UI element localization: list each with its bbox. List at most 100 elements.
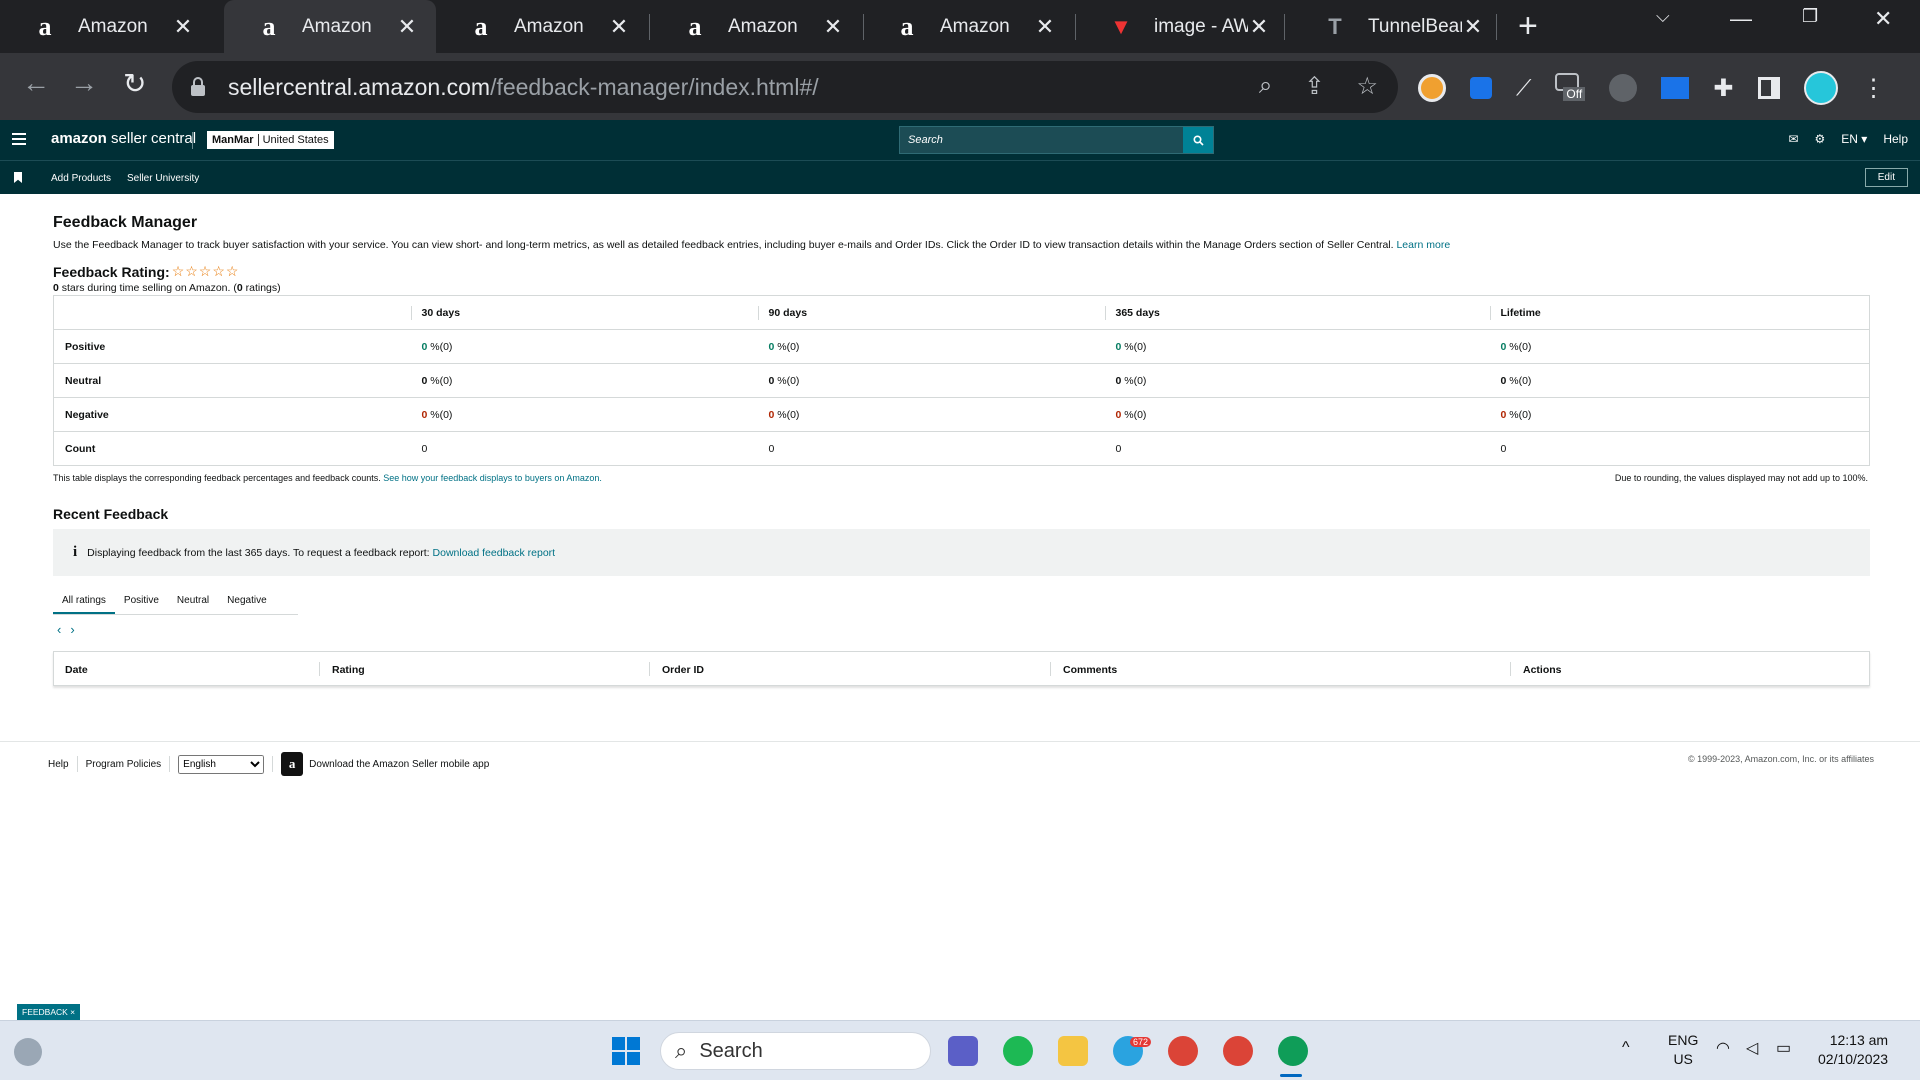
- page-title: Feedback Manager: [53, 214, 198, 231]
- bookmark-icon[interactable]: [14, 172, 22, 183]
- extensions-puzzle-icon[interactable]: ✚: [1713, 74, 1733, 103]
- nav-add-products[interactable]: Add Products: [51, 173, 111, 184]
- teams-icon[interactable]: [948, 1036, 978, 1066]
- help-link[interactable]: Help: [1883, 132, 1908, 146]
- info-icon: i: [73, 544, 78, 560]
- amazon-icon: a: [38, 11, 52, 41]
- feedback-display-link[interactable]: See how your feedback displays to buyers…: [383, 473, 602, 483]
- rounding-note: Due to rounding, the values displayed ma…: [1614, 473, 1868, 483]
- notification-badge: 672: [1130, 1037, 1152, 1047]
- recent-feedback-title: Recent Feedback: [53, 506, 169, 522]
- close-icon[interactable]: ✕: [822, 14, 844, 40]
- table-row: Positive 0 %(0) 0 %(0) 0 %(0) 0 %(0): [53, 329, 1870, 364]
- table-row: Negative 0 %(0) 0 %(0) 0 %(0) 0 %(0): [53, 397, 1870, 432]
- taskbar-search[interactable]: ⌕ Search: [660, 1032, 931, 1070]
- download-app-link[interactable]: Download the Amazon Seller mobile app: [309, 759, 489, 770]
- spotify-icon[interactable]: [1003, 1036, 1033, 1066]
- seller-central-logo[interactable]: amazon seller central: [51, 130, 196, 147]
- language-selector[interactable]: EN ▾: [1841, 132, 1867, 146]
- browser-tab[interactable]: ▼ image - AWL ✕: [1076, 0, 1288, 53]
- tab-positive[interactable]: Positive: [115, 587, 168, 614]
- extension-off-icon[interactable]: Off: [1555, 73, 1586, 103]
- browser-tab[interactable]: T TunnelBear: S ✕: [1290, 0, 1502, 53]
- tab-all-ratings[interactable]: All ratings: [53, 587, 115, 614]
- search-button[interactable]: [1183, 127, 1213, 153]
- feedback-tag-button[interactable]: FEEDBACK ×: [17, 1004, 81, 1020]
- clock[interactable]: 12:13 am 02/10/2023: [1818, 1031, 1888, 1069]
- settings-gear-icon[interactable]: ⚙: [1815, 132, 1826, 146]
- bookmark-bar: Add Products Seller University Edit: [0, 160, 1920, 194]
- table-row: Neutral 0 %(0) 0 %(0) 0 %(0) 0 %(0): [53, 363, 1870, 398]
- extension-blue-icon[interactable]: [1470, 77, 1492, 99]
- chrome-profile-icon[interactable]: [1223, 1036, 1253, 1066]
- address-bar[interactable]: sellercentral.amazon.com/feedback-manage…: [172, 61, 1398, 113]
- hamburger-menu-icon[interactable]: [12, 133, 26, 148]
- minimize-button[interactable]: —: [1730, 6, 1752, 32]
- program-policies-link[interactable]: Program Policies: [86, 759, 162, 770]
- language-select[interactable]: English: [178, 754, 265, 774]
- close-icon[interactable]: ✕: [1248, 14, 1270, 40]
- close-icon[interactable]: ✕: [608, 14, 630, 40]
- weather-icon[interactable]: [14, 1038, 42, 1066]
- amazon-icon: a: [688, 11, 702, 41]
- tab-neutral[interactable]: Neutral: [168, 587, 218, 614]
- file-explorer-icon[interactable]: [1058, 1036, 1088, 1066]
- forward-icon[interactable]: →: [70, 67, 98, 99]
- wifi-icon[interactable]: ◠: [1716, 1039, 1730, 1058]
- chrome-active-icon[interactable]: [1278, 1036, 1308, 1066]
- learn-more-link[interactable]: Learn more: [1396, 239, 1450, 251]
- new-tab-button[interactable]: +: [1518, 8, 1538, 44]
- url-text: sellercentral.amazon.com/feedback-manage…: [228, 73, 819, 100]
- table-note: This table displays the corresponding fe…: [53, 473, 602, 483]
- browser-tab[interactable]: a Amazon ✕: [0, 0, 212, 53]
- browser-tab-active[interactable]: a Amazon ✕: [224, 0, 436, 53]
- kebab-menu-icon[interactable]: ⋮: [1862, 74, 1886, 103]
- chevron-up-icon[interactable]: ^: [1622, 1038, 1630, 1057]
- close-icon[interactable]: ✕: [396, 14, 418, 40]
- column-header: Rating: [332, 664, 365, 676]
- extension-orange-icon[interactable]: [1418, 74, 1446, 102]
- pagination: ‹ ›: [57, 622, 75, 637]
- share-icon[interactable]: ⇪: [1304, 72, 1324, 101]
- search-input[interactable]: Search: [899, 126, 1214, 154]
- chevron-left-icon[interactable]: ‹: [57, 622, 61, 637]
- edit-button[interactable]: Edit: [1864, 168, 1908, 187]
- mail-icon[interactable]: ✉: [1788, 132, 1798, 146]
- close-icon[interactable]: ✕: [172, 14, 194, 40]
- reload-icon[interactable]: ↻: [123, 67, 146, 100]
- bookmark-star-icon[interactable]: ☆: [1356, 72, 1378, 101]
- amazon-icon: a: [262, 11, 276, 41]
- extension-chart-icon[interactable]: [1661, 77, 1690, 99]
- browser-tab[interactable]: a Amazon ✕: [436, 0, 648, 53]
- chevron-right-icon[interactable]: ›: [70, 622, 74, 637]
- feedback-metrics-table: 30 days 90 days 365 days Lifetime Positi…: [53, 295, 1870, 466]
- search-icon: ⌕: [675, 1038, 688, 1063]
- input-language[interactable]: ENG US: [1668, 1031, 1698, 1069]
- back-icon[interactable]: ←: [22, 67, 50, 99]
- nav-seller-university[interactable]: Seller University: [127, 173, 199, 184]
- battery-icon[interactable]: ▭: [1776, 1039, 1791, 1058]
- amazon-app-icon: a: [281, 752, 304, 776]
- close-window-button[interactable]: ✕: [1874, 6, 1892, 32]
- footer-help-link[interactable]: Help: [48, 759, 69, 770]
- profile-avatar[interactable]: [1803, 71, 1838, 105]
- windows-start-icon[interactable]: [612, 1037, 640, 1065]
- close-icon[interactable]: ✕: [1462, 14, 1484, 40]
- close-icon[interactable]: ✕: [1034, 14, 1056, 40]
- browser-tab[interactable]: a Amazon ✕: [862, 0, 1074, 53]
- extension-globe-icon[interactable]: [1609, 74, 1638, 102]
- star-rating-icon: ☆☆☆☆☆: [171, 263, 240, 279]
- zoom-icon[interactable]: ⌕: [1259, 72, 1272, 101]
- side-panel-icon[interactable]: [1757, 77, 1780, 99]
- volume-icon[interactable]: ◁: [1746, 1039, 1758, 1058]
- column-header: Order ID: [662, 664, 705, 676]
- chrome-icon[interactable]: [1168, 1036, 1198, 1066]
- browser-tab[interactable]: a Amazon ✕: [650, 0, 862, 53]
- store-selector[interactable]: ManMar United States: [207, 131, 334, 149]
- extension-pen-icon[interactable]: ⟋: [1516, 75, 1531, 101]
- restore-button[interactable]: ❐: [1802, 6, 1818, 27]
- column-header: 365 days: [1104, 295, 1490, 330]
- download-report-link[interactable]: Download feedback report: [433, 547, 556, 559]
- tab-search-chevron-icon[interactable]: ⌵: [1656, 6, 1670, 27]
- tab-negative[interactable]: Negative: [218, 587, 275, 614]
